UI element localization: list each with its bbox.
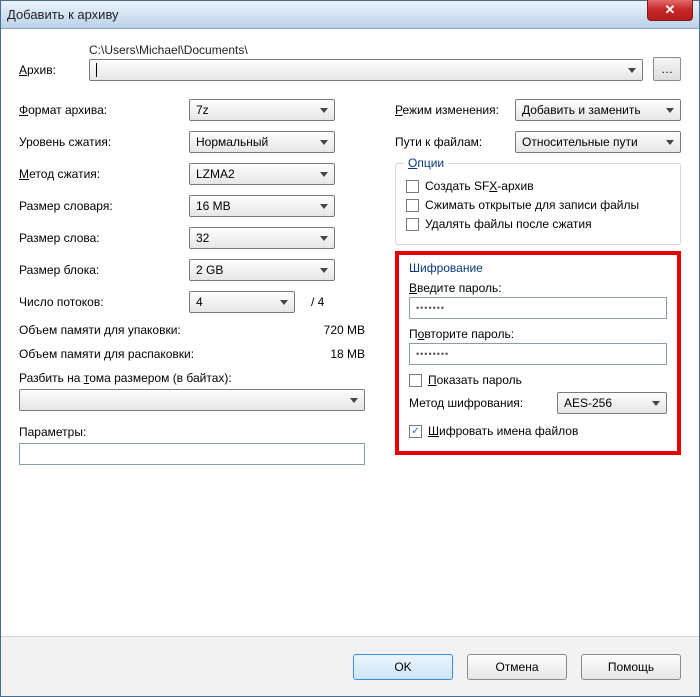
mem-unpack-label: Объем памяти для распаковки: [19, 347, 330, 361]
paths-label: Пути к файлам: [395, 135, 505, 149]
mode-select[interactable]: Добавить и заменить [515, 99, 681, 121]
button-bar: OK Отмена Помощь [1, 636, 699, 696]
show-password-check[interactable]: Показать пароль [409, 373, 667, 387]
mem-pack-label: Объем памяти для упаковки: [19, 323, 324, 337]
checkbox-icon [406, 180, 419, 193]
pw-label: Введите пароль: [409, 281, 667, 295]
archive-combo[interactable] [89, 59, 643, 81]
split-combo[interactable] [19, 389, 365, 411]
enc-method-label: Метод шифрования: [409, 396, 547, 410]
ellipsis-icon: … [661, 62, 673, 76]
method-select[interactable]: LZMA2 [189, 163, 335, 185]
archive-path: C:\Users\Michael\Documents\ [89, 43, 643, 57]
level-label: Уровень сжатия: [19, 135, 189, 149]
close-button[interactable]: ✕ [647, 0, 693, 21]
params-input[interactable] [19, 443, 365, 465]
split-label: Разбить на тома размером (в байтах): [19, 371, 365, 385]
level-select[interactable]: Нормальный [189, 131, 335, 153]
mem-unpack-value: 18 MB [330, 347, 365, 361]
format-label: Формат архива: [19, 103, 189, 117]
dict-select[interactable]: 16 MB [189, 195, 335, 217]
encrypt-names-check[interactable]: ✓ Шифровать имена файлов [409, 424, 667, 438]
opt-delete[interactable]: Удалять файлы после сжатия [406, 217, 670, 231]
threads-select[interactable]: 4 [189, 291, 295, 313]
right-column: Режим изменения: Добавить и заменить Пут… [395, 99, 681, 465]
mem-pack-value: 720 MB [324, 323, 365, 337]
encryption-group: Шифрование Введите пароль: ••••••• Повто… [395, 251, 681, 455]
archive-row: ААрхив:рхив: C:\Users\Michael\Documents\… [19, 43, 681, 81]
options-title: Опции [404, 156, 448, 170]
window-title: Добавить к архиву [7, 7, 119, 22]
checkbox-icon [406, 218, 419, 231]
threads-label: Число потоков: [19, 295, 189, 309]
content-area: ААрхив:рхив: C:\Users\Michael\Documents\… [1, 29, 699, 473]
opt-sfx[interactable]: Создать SFX-архив [406, 179, 670, 193]
titlebar: Добавить к архиву ✕ [1, 1, 699, 29]
archive-label: ААрхив:рхив: [19, 63, 79, 81]
password-input[interactable]: ••••••• [409, 297, 667, 319]
pw2-label: Повторите пароль: [409, 327, 667, 341]
checkbox-icon [409, 374, 422, 387]
enc-method-select[interactable]: AES-256 [557, 392, 667, 414]
browse-button[interactable]: … [653, 57, 681, 81]
password-repeat-input[interactable]: •••••••• [409, 343, 667, 365]
checkbox-checked-icon: ✓ [409, 425, 422, 438]
opt-shared[interactable]: Сжимать открытые для записи файлы [406, 198, 670, 212]
close-icon: ✕ [665, 2, 676, 18]
options-group: Опции Создать SFX-архив Сжимать открытые… [395, 163, 681, 245]
paths-select[interactable]: Относительные пути [515, 131, 681, 153]
checkbox-icon [406, 199, 419, 212]
encryption-title: Шифрование [409, 261, 667, 275]
left-column: Формат архива: 7z Уровень сжатия: Нормал… [19, 99, 365, 465]
help-button[interactable]: Помощь [581, 654, 681, 680]
method-label: Метод сжатия: [19, 167, 189, 181]
mode-label: Режим изменения: [395, 103, 505, 117]
dialog-window: Добавить к архиву ✕ ААрхив:рхив: C:\User… [0, 0, 700, 697]
block-label: Размер блока: [19, 263, 189, 277]
threads-max: / 4 [311, 295, 324, 309]
dict-label: Размер словаря: [19, 199, 189, 213]
format-select[interactable]: 7z [189, 99, 335, 121]
word-label: Размер слова: [19, 231, 189, 245]
params-label: Параметры: [19, 425, 365, 439]
ok-button[interactable]: OK [353, 654, 453, 680]
word-select[interactable]: 32 [189, 227, 335, 249]
cancel-button[interactable]: Отмена [467, 654, 567, 680]
block-select[interactable]: 2 GB [189, 259, 335, 281]
